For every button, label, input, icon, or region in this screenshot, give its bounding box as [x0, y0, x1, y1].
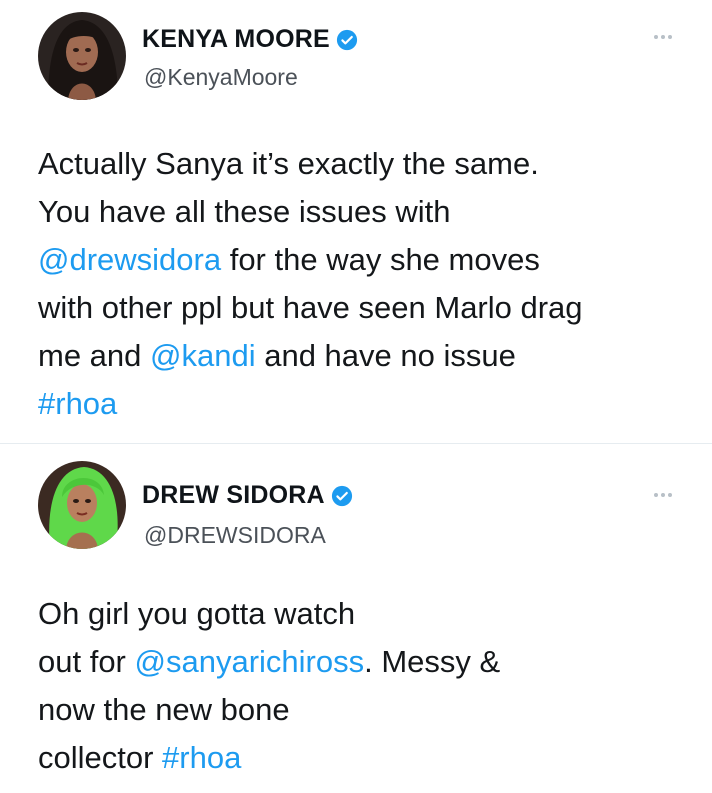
tweet-text-segment: collector [38, 740, 163, 775]
tweet-line: me and @kandi and have no issue [38, 332, 698, 380]
display-name[interactable]: DREW SIDORA [142, 481, 325, 510]
author-name-row: DREW SIDORA [142, 481, 353, 510]
tweet-text-segment: Oh girl you gotta watch [38, 596, 356, 631]
hashtag-link[interactable]: #rhoa [38, 386, 117, 421]
tweet-text-segment: out for [38, 644, 135, 679]
tweet-line: @drewsidora for the way she moves [38, 236, 698, 284]
verified-badge-icon [331, 485, 353, 507]
tweet-text-segment: Actually Sanya it’s exactly the same. [38, 146, 539, 181]
more-options-icon[interactable] [643, 30, 683, 44]
avatar[interactable] [38, 461, 126, 549]
tweet-drew-sidora[interactable]: DREW SIDORA @DREWSIDORA Oh girl you gott… [0, 450, 712, 793]
mention-link[interactable]: @drewsidora [38, 242, 221, 277]
tweet-line: Oh girl you gotta watch [38, 590, 698, 638]
hashtag-link[interactable]: #rhoa [162, 740, 241, 775]
user-handle[interactable]: @DREWSIDORA [144, 522, 326, 549]
tweet-text-segment: with other ppl but have seen Marlo drag [38, 290, 583, 325]
tweet-text-segment: and have no issue [255, 338, 516, 373]
tweet-line: with other ppl but have seen Marlo drag [38, 284, 698, 332]
tweet-text: Oh girl you gotta watch out for @sanyaric… [38, 590, 698, 782]
tweet-line: out for @sanyarichiross. Messy & [38, 638, 698, 686]
tweet-text-segment: . Messy & [364, 644, 501, 679]
tweet-line: You have all these issues with [38, 188, 698, 236]
tweet-text-segment: for the way she moves [221, 242, 540, 277]
author-name-row: KENYA MOORE [142, 25, 358, 54]
avatar[interactable] [38, 12, 126, 100]
divider [0, 443, 712, 444]
tweet-line: Actually Sanya it’s exactly the same. [38, 140, 698, 188]
verified-badge-icon [336, 29, 358, 51]
display-name[interactable]: KENYA MOORE [142, 25, 330, 54]
more-options-icon[interactable] [643, 488, 683, 502]
tweet-text-segment: now the new bone [38, 692, 290, 727]
mention-link[interactable]: @kandi [150, 338, 256, 373]
tweet-line: collector #rhoa [38, 734, 698, 782]
tweet-line: #rhoa [38, 380, 698, 428]
tweet-text-segment: You have all these issues with [38, 194, 451, 229]
mention-link[interactable]: @sanyarichiross [135, 644, 365, 679]
tweet-text-segment: me and [38, 338, 151, 373]
tweet-text: Actually Sanya it’s exactly the same. You… [38, 140, 698, 428]
tweet-line: now the new bone [38, 686, 698, 734]
tweet-kenya-moore[interactable]: KENYA MOORE @KenyaMoore Actually Sanya i… [0, 0, 712, 440]
user-handle[interactable]: @KenyaMoore [144, 64, 298, 91]
